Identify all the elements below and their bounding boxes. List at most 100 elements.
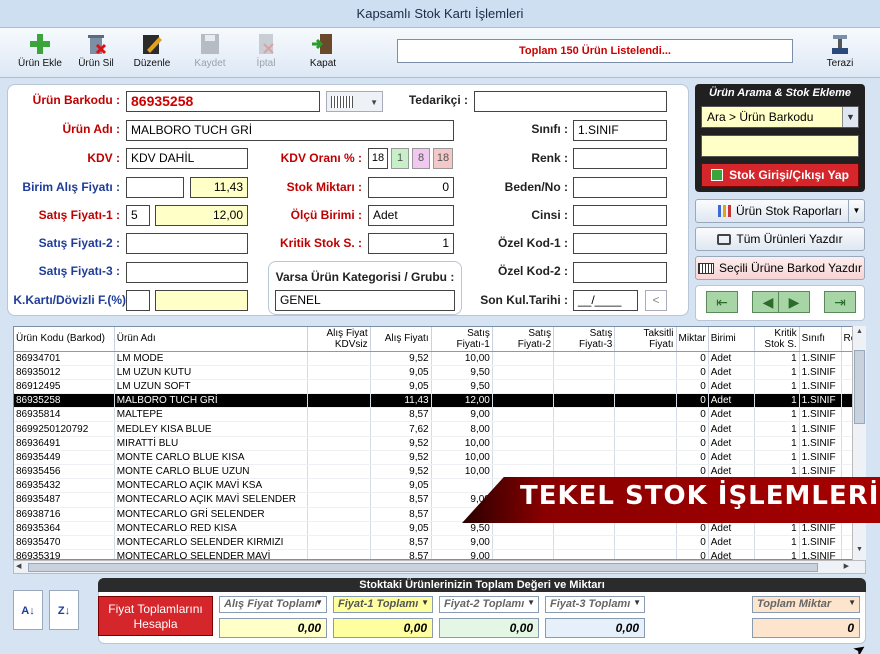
critical-stock-label: Kritik Stok S. : bbox=[279, 236, 362, 250]
delete-product-button[interactable]: Ürün Sil bbox=[68, 30, 124, 76]
table-cell: 0 bbox=[676, 535, 709, 551]
qty-total-select[interactable]: Toplam Miktar ▼ bbox=[752, 596, 860, 613]
table-row[interactable]: 86935012 LM UZUN KUTU 9,05 9,50 0 Adet 1 1.SINI… bbox=[14, 365, 865, 380]
col-header-buy-kdvless[interactable]: Alış Fiyat KDVsiz bbox=[307, 327, 371, 352]
table-cell bbox=[307, 464, 371, 480]
table-row[interactable]: 86935364 MONTECARLO RED KISA 9,05 9,50 0 Adet… bbox=[14, 521, 865, 536]
buy-total-select[interactable]: Alış Fiyat Toplamı ▼ bbox=[219, 596, 327, 613]
kdv-rate-input[interactable]: 18 bbox=[368, 148, 388, 169]
col-header-buy[interactable]: Alış Fiyatı bbox=[370, 327, 432, 352]
kdv-rate-option-18[interactable]: 18 bbox=[433, 148, 453, 169]
sell-price-2-input[interactable] bbox=[126, 233, 248, 254]
class-input[interactable]: 1.SINIF bbox=[573, 120, 667, 141]
scroll-h-thumb[interactable] bbox=[28, 563, 818, 572]
table-cell bbox=[307, 450, 371, 466]
scroll-down-icon[interactable]: ▼ bbox=[854, 546, 865, 558]
fx-price-input[interactable] bbox=[155, 290, 248, 311]
col-header-installment[interactable]: Taksitli Fiyatı bbox=[614, 327, 677, 352]
critical-stock-input[interactable]: 1 bbox=[368, 233, 454, 254]
grid-horizontal-scrollbar[interactable]: ◀ ▶ bbox=[13, 560, 866, 574]
col-header-unit[interactable]: Birimi bbox=[708, 327, 756, 352]
sort-ascending-button[interactable]: A↓ bbox=[13, 590, 43, 630]
first-record-button[interactable]: ⇤ bbox=[706, 291, 738, 313]
col-header-sell2[interactable]: Satış Fiyatı-2 bbox=[492, 327, 555, 352]
table-row[interactable]: 8699250120792 MEDLEY KISA BLUE 7,62 8,00 0 Ad… bbox=[14, 421, 865, 437]
table-row[interactable]: 86912495 LM UZUN SOFT 9,05 9,50 0 Adet 1 1.SINI… bbox=[14, 379, 865, 395]
table-cell: 1.SINIF bbox=[799, 535, 842, 551]
table-row[interactable]: 86935449 MONTE CARLO BLUE KISA 9,52 10,00 0 A… bbox=[14, 450, 865, 466]
last-record-button[interactable]: ⇥ bbox=[824, 291, 856, 313]
fx-rate-input[interactable] bbox=[126, 290, 150, 311]
print-all-button[interactable]: Tüm Ürünleri Yazdır bbox=[695, 227, 865, 251]
search-input[interactable] bbox=[701, 135, 859, 157]
cancel-button[interactable]: İptal bbox=[238, 30, 294, 76]
special-code-1-input[interactable] bbox=[573, 233, 667, 254]
product-grid[interactable]: Ürün Kodu (Barkod) Ürün Adı Alış Fiyat K… bbox=[13, 326, 866, 560]
kdv-rate-option-8[interactable]: 8 bbox=[412, 148, 430, 169]
size-input[interactable] bbox=[573, 177, 667, 198]
stock-in-out-button[interactable]: Stok Girişi/Çıkışı Yap bbox=[701, 163, 859, 187]
table-row[interactable]: 86935470 MONTECARLO SELENDER KIRMIZI 8,57 9… bbox=[14, 535, 865, 551]
sell-price-1-input[interactable]: 12,00 bbox=[155, 205, 248, 226]
date-picker-button[interactable]: < bbox=[645, 290, 667, 311]
col-header-critical[interactable]: Kritik Stok S. bbox=[754, 327, 800, 352]
barcode-input[interactable]: 86935258 bbox=[126, 91, 320, 112]
table-cell: Adet bbox=[708, 393, 756, 409]
table-row[interactable]: 86935258 MALBORO TUCH GRİ 11,43 12,00 0 Adet 1… bbox=[14, 393, 865, 409]
special-code-2-input[interactable] bbox=[573, 262, 667, 283]
table-cell: 11,43 bbox=[370, 393, 432, 409]
search-mode-select[interactable]: Ara > Ürün Barkodu ▼ bbox=[701, 106, 859, 128]
sell-price-1-margin-input[interactable]: 5 bbox=[126, 205, 150, 226]
table-cell: 0 bbox=[676, 393, 709, 409]
kdv-input[interactable]: KDV DAHİL bbox=[126, 148, 248, 169]
scroll-thumb[interactable] bbox=[854, 350, 865, 424]
table-cell: 86935432 bbox=[14, 478, 115, 494]
table-cell: 9,50 bbox=[431, 379, 493, 395]
grid-vertical-scrollbar[interactable]: ▲ ▼ bbox=[852, 326, 866, 560]
unit-input[interactable]: Adet bbox=[368, 205, 454, 226]
col-header-sell3[interactable]: Satış Fiyatı-3 bbox=[553, 327, 616, 352]
table-cell bbox=[307, 407, 371, 423]
color-input[interactable] bbox=[573, 148, 667, 169]
edit-icon bbox=[143, 35, 162, 54]
category-input[interactable]: GENEL bbox=[275, 290, 455, 311]
stock-qty-input[interactable]: 0 bbox=[368, 177, 454, 198]
barcode-generate-dropdown[interactable]: ▼ bbox=[326, 91, 383, 112]
col-header-sell1[interactable]: Satış Fiyatı-1 bbox=[431, 327, 493, 352]
scroll-right-icon[interactable]: ▶ bbox=[844, 562, 849, 570]
col-header-barcode[interactable]: Ürün Kodu (Barkod) bbox=[14, 327, 115, 352]
scroll-up-icon[interactable]: ▲ bbox=[854, 328, 865, 340]
price3-total-select[interactable]: Fiyat-3 Toplamı ▼ bbox=[545, 596, 645, 613]
scroll-left-icon[interactable]: ◀ bbox=[16, 562, 21, 570]
table-row[interactable]: 86935456 MONTE CARLO BLUE UZUN 9,52 10,00 0 A… bbox=[14, 464, 865, 480]
table-row[interactable]: 86936491 MIRATTİ BLU 9,52 10,00 0 Adet 1 1.SINI… bbox=[14, 436, 865, 451]
calculate-totals-button[interactable]: Fiyat Toplamlarını Hesapla bbox=[98, 596, 213, 636]
price1-total-select[interactable]: Fiyat-1 Toplamı ▼ bbox=[333, 596, 433, 613]
kdv-rate-option-1[interactable]: 1 bbox=[391, 148, 409, 169]
add-product-button[interactable]: Ürün Ekle bbox=[12, 30, 68, 76]
col-header-class[interactable]: Sınıfı bbox=[799, 327, 842, 352]
supplier-input[interactable] bbox=[474, 91, 667, 112]
last-use-date-input[interactable]: __/____ bbox=[573, 290, 638, 311]
stock-reports-button[interactable]: Ürün Stok Raporları ▼ bbox=[695, 199, 865, 223]
table-row[interactable]: 86935814 MALTEPE 8,57 9,00 0 Adet 1 1.SINIF bbox=[14, 407, 865, 423]
buy-price-kdvless-input[interactable] bbox=[126, 177, 184, 198]
sort-descending-button[interactable]: Z↓ bbox=[49, 590, 79, 630]
scale-button[interactable]: Terazi bbox=[812, 30, 868, 76]
col-header-qty[interactable]: Miktar bbox=[676, 327, 709, 352]
print-barcode-button[interactable]: Seçili Ürüne Barkod Yazdır bbox=[695, 256, 865, 280]
close-button[interactable]: Kapat bbox=[295, 30, 351, 76]
col-header-name[interactable]: Ürün Adı bbox=[114, 327, 309, 352]
sell-price-3-input[interactable] bbox=[126, 262, 248, 283]
product-name-input[interactable]: MALBORO TUCH GRİ bbox=[126, 120, 454, 141]
price2-total-select[interactable]: Fiyat-2 Toplamı ▼ bbox=[439, 596, 539, 613]
save-button[interactable]: Kaydet bbox=[182, 30, 238, 76]
table-row[interactable]: 86934701 LM MODE 9,52 10,00 0 Adet 1 1.SINIF bbox=[14, 351, 865, 366]
table-row[interactable]: 86935319 MONTECARLO SELENDER MAVİ 8,57 9,00… bbox=[14, 549, 865, 559]
type-input[interactable] bbox=[573, 205, 667, 226]
next-record-button[interactable]: ▶ bbox=[778, 291, 810, 313]
edit-button[interactable]: Düzenle bbox=[124, 30, 180, 76]
sort-za-icon: Z↓ bbox=[57, 605, 71, 617]
table-cell: 9,52 bbox=[370, 351, 432, 366]
buy-price-input[interactable]: 11,43 bbox=[190, 177, 248, 198]
